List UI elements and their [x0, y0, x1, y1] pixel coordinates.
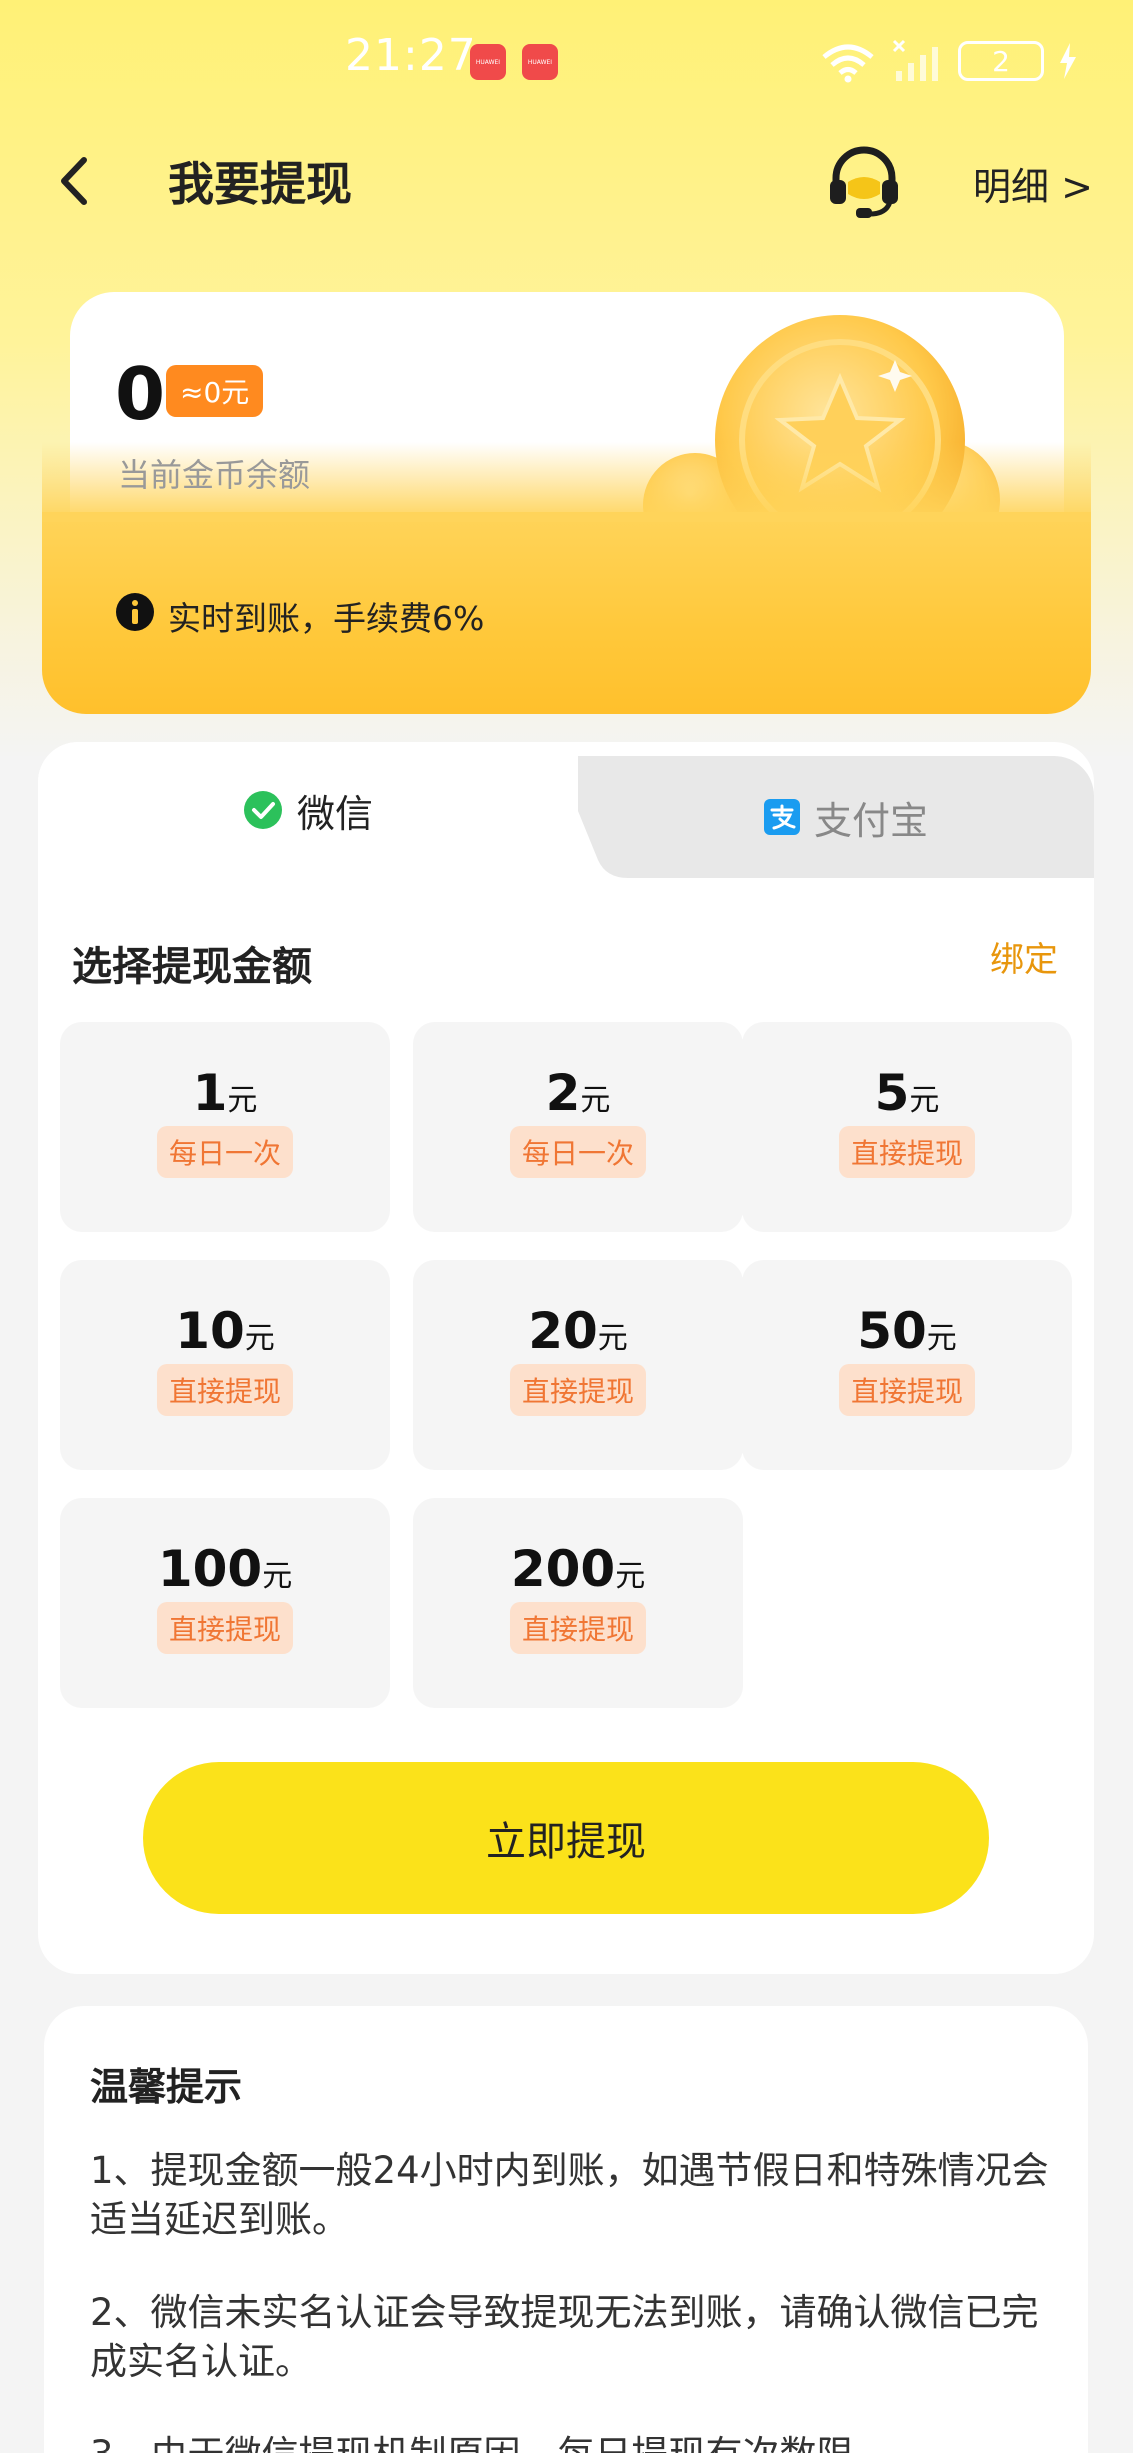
tips-item: 3、由于微信提现机制原因，每日提现有次数限	[90, 2430, 1050, 2453]
amount-tag: 直接提现	[156, 1364, 294, 1416]
amount-option[interactable]: 1元 每日一次	[60, 1022, 390, 1232]
fee-info-text: 实时到账，手续费6%	[168, 599, 485, 638]
amount-unit: 元	[244, 1321, 275, 1356]
wifi-icon	[822, 44, 874, 83]
withdraw-panel: 微信 支付宝 选择提现金额 绑定 1元 每日一次 2元 每日一次 5元 直接提现…	[38, 742, 1094, 1974]
tips-title: 温馨提示	[90, 2065, 243, 2109]
status-bar: 21:27 HUAWEI HUAWEI 2	[0, 0, 1133, 125]
amount-option[interactable]: 200元 直接提现	[413, 1498, 743, 1708]
tips-item: 2、微信未实名认证会导致提现无法到账，请确认微信已完成实名认证。	[90, 2291, 1039, 2383]
amount-unit: 元	[580, 1083, 611, 1118]
amount-option[interactable]: 100元 直接提现	[60, 1498, 390, 1708]
alipay-icon	[763, 799, 800, 835]
amount-unit: 元	[597, 1321, 628, 1356]
tips-item: 1、提现金额一般24小时内到账，如遇节假日和特殊情况会适当延迟到账。	[90, 2149, 1049, 2241]
amount-tag: 直接提现	[838, 1364, 976, 1416]
detail-link[interactable]: 明细 >	[973, 156, 1093, 211]
amount-unit: 元	[227, 1083, 258, 1118]
chevron-left-icon	[61, 157, 87, 205]
signal-icon	[892, 39, 938, 81]
status-indicators: 2	[818, 36, 1078, 86]
notification-app-icon: HUAWEI	[470, 44, 506, 80]
amount-value: 50	[857, 1302, 927, 1360]
tips-panel: 温馨提示 1、提现金额一般24小时内到账，如遇节假日和特殊情况会适当延迟到账。 …	[44, 2006, 1088, 2453]
withdraw-now-button[interactable]: 立即提现	[143, 1762, 989, 1914]
page-title: 我要提现	[168, 157, 352, 211]
amount-option[interactable]: 10元 直接提现	[60, 1260, 390, 1470]
amount-option[interactable]: 50元 直接提现	[742, 1260, 1072, 1470]
tab-label: 微信	[296, 791, 373, 836]
amount-value: 10	[175, 1302, 245, 1360]
coin-balance-label: 当前金币余额	[118, 456, 311, 494]
info-icon	[116, 593, 154, 631]
amount-tag: 直接提现	[509, 1602, 647, 1654]
battery-icon: 2	[958, 41, 1044, 81]
status-time: 21:27	[345, 30, 477, 81]
tab-alipay[interactable]: 支付宝	[598, 756, 1094, 878]
amount-tag: 每日一次	[509, 1126, 647, 1178]
wechat-icon	[243, 791, 282, 829]
amount-value: 100	[157, 1540, 263, 1598]
amount-option[interactable]: 2元 每日一次	[413, 1022, 743, 1232]
amount-tag: 直接提现	[156, 1602, 294, 1654]
amount-unit: 元	[926, 1321, 957, 1356]
amount-tag: 每日一次	[156, 1126, 294, 1178]
amount-value: 1	[192, 1064, 228, 1122]
amount-option[interactable]: 5元 直接提现	[742, 1022, 1072, 1232]
amount-value: 20	[528, 1302, 598, 1360]
amount-unit: 元	[262, 1559, 293, 1594]
amount-option[interactable]: 20元 直接提现	[413, 1260, 743, 1470]
tab-wechat[interactable]: 微信	[38, 742, 578, 878]
coin-balance: 0	[115, 352, 166, 436]
amount-section-title: 选择提现金额	[72, 944, 312, 990]
amount-value: 5	[874, 1064, 910, 1122]
back-button[interactable]	[50, 150, 100, 212]
notification-app-icon: HUAWEI	[522, 44, 558, 80]
amount-tag: 直接提现	[838, 1126, 976, 1178]
rmb-equivalent-badge: ≈0元	[166, 365, 264, 417]
charging-icon	[1060, 43, 1076, 79]
headset-icon	[830, 146, 898, 218]
customer-service-button[interactable]	[826, 142, 902, 218]
bind-account-link[interactable]: 绑定	[990, 932, 1058, 981]
amount-tag: 直接提现	[509, 1364, 647, 1416]
amount-value: 200	[510, 1540, 616, 1598]
amount-unit: 元	[615, 1559, 646, 1594]
amount-unit: 元	[909, 1083, 940, 1118]
tab-label: 支付宝	[813, 798, 928, 843]
amount-value: 2	[545, 1064, 581, 1122]
